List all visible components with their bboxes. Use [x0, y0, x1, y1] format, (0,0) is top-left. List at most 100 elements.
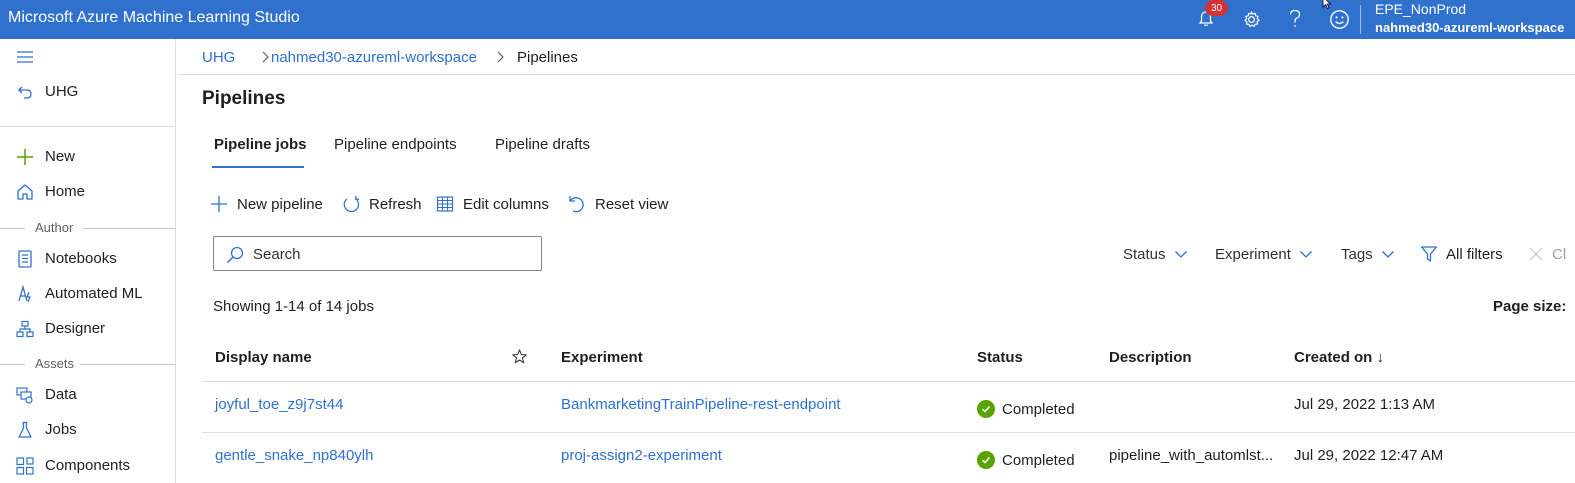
sidebar-back-label: UHG: [45, 83, 79, 100]
sidebar-item-home[interactable]: Home: [0, 177, 175, 207]
plus-icon: [209, 194, 229, 214]
job-display-name-link[interactable]: joyful_toe_z9j7st44: [215, 396, 343, 413]
sidebar-back-uhg[interactable]: UHG: [0, 77, 175, 107]
components-icon: [16, 457, 34, 475]
results-count: Showing 1-14 of 14 jobs: [213, 298, 374, 315]
experiment-filter-dropdown[interactable]: Experiment: [1215, 244, 1313, 264]
account-workspace[interactable]: nahmed30-azureml-workspace: [1375, 20, 1564, 35]
plus-icon: [16, 148, 34, 166]
header-divider: [202, 381, 1575, 382]
status-filter-dropdown[interactable]: Status: [1123, 244, 1188, 264]
feedback-button[interactable]: [1326, 6, 1352, 32]
chevron-down-icon: [1299, 247, 1313, 261]
left-sidebar: UHG New Home Author Notebooks Automated …: [0, 39, 176, 483]
new-pipeline-label: New pipeline: [237, 195, 323, 213]
tab-pipeline-endpoints[interactable]: Pipeline endpoints: [334, 136, 457, 153]
sidebar-item-new[interactable]: New: [0, 142, 175, 172]
column-header-status[interactable]: Status: [977, 349, 1023, 366]
status-filter-label: Status: [1123, 245, 1166, 263]
status-label: Completed: [1002, 451, 1075, 469]
funnel-icon: [1420, 245, 1438, 263]
experiment-filter-label: Experiment: [1215, 245, 1291, 263]
settings-button[interactable]: [1238, 6, 1264, 32]
refresh-label: Refresh: [369, 195, 422, 213]
column-header-display-name[interactable]: Display name: [215, 349, 312, 366]
designer-icon: [16, 320, 34, 338]
sidebar-item-jobs[interactable]: Jobs: [0, 415, 175, 445]
page-size-label: Page size:: [1493, 298, 1567, 315]
clear-filters-button[interactable]: Cl: [1529, 244, 1566, 264]
smiley-icon: [1329, 9, 1349, 29]
tags-filter-label: Tags: [1341, 245, 1373, 263]
row-divider: [202, 432, 1575, 433]
help-button[interactable]: [1282, 6, 1308, 32]
favorite-column-header[interactable]: [512, 349, 527, 369]
sidebar-group-author: Author: [35, 220, 74, 235]
sidebar-item-label: Automated ML: [45, 285, 143, 302]
search-input[interactable]: [253, 244, 533, 264]
column-header-created-on[interactable]: Created on ↓: [1294, 349, 1384, 366]
chevron-right-icon: [497, 51, 504, 63]
sidebar-item-components[interactable]: Components: [0, 451, 175, 481]
group-rule: [80, 364, 175, 365]
job-experiment-link[interactable]: BankmarketingTrainPipeline-rest-endpoint: [561, 396, 841, 413]
breadcrumb-item-uhg[interactable]: UHG: [202, 49, 235, 66]
help-icon: [1289, 9, 1301, 27]
refresh-icon: [341, 194, 361, 214]
search-box[interactable]: [213, 236, 542, 271]
job-description: pipeline_with_automlst...: [1109, 447, 1274, 464]
menu-toggle-button[interactable]: [16, 50, 34, 69]
group-rule: [0, 228, 25, 229]
status-cell: Completed: [977, 400, 1075, 418]
group-rule: [83, 228, 175, 229]
sidebar-item-label: Designer: [45, 320, 106, 337]
mouse-cursor-icon: [1322, 0, 1332, 9]
refresh-button[interactable]: Refresh: [341, 192, 422, 216]
reset-view-label: Reset view: [595, 195, 669, 213]
job-created-on: Jul 29, 2022 1:13 AM: [1294, 396, 1435, 413]
all-filters-button[interactable]: All filters: [1420, 244, 1503, 264]
close-icon: [1529, 247, 1543, 261]
breadcrumb: UHG nahmed30-azureml-workspace Pipelines: [177, 39, 1575, 75]
app-title[interactable]: Microsoft Azure Machine Learning Studio: [8, 9, 300, 27]
sidebar-item-label: New: [45, 148, 76, 165]
chevron-right-icon: [262, 51, 269, 63]
breadcrumb-item-pipelines: Pipelines: [517, 49, 578, 66]
tab-pipeline-drafts[interactable]: Pipeline drafts: [495, 136, 590, 153]
flask-icon: [16, 421, 34, 439]
reset-view-button[interactable]: Reset view: [566, 192, 668, 216]
group-rule: [0, 364, 25, 365]
check-circle-icon: [977, 451, 995, 469]
column-header-description[interactable]: Description: [1109, 349, 1192, 366]
home-icon: [16, 183, 34, 201]
edit-columns-label: Edit columns: [463, 195, 549, 213]
account-tenant[interactable]: EPE_NonProd: [1375, 1, 1466, 17]
automated-ml-icon: [16, 285, 34, 303]
tab-pipeline-jobs[interactable]: Pipeline jobs: [214, 136, 307, 153]
topbar-divider: [1360, 5, 1361, 34]
tags-filter-dropdown[interactable]: Tags: [1341, 244, 1395, 264]
job-display-name-link[interactable]: gentle_snake_np840ylh: [215, 447, 373, 464]
sidebar-item-label: Home: [45, 183, 86, 200]
star-icon: [512, 349, 527, 364]
page-title: Pipelines: [202, 88, 286, 109]
sidebar-item-data[interactable]: Data: [0, 380, 175, 410]
top-bar: Microsoft Azure Machine Learning Studio …: [0, 0, 1575, 39]
clear-filters-label: Cl: [1552, 245, 1567, 263]
new-pipeline-button[interactable]: New pipeline: [209, 192, 323, 216]
job-created-on: Jul 29, 2022 12:47 AM: [1294, 447, 1444, 464]
chevron-down-icon: [1174, 247, 1188, 261]
column-header-experiment[interactable]: Experiment: [561, 349, 643, 366]
status-label: Completed: [1002, 400, 1075, 418]
sidebar-item-label: Components: [45, 457, 131, 474]
undo-icon: [566, 194, 586, 214]
sidebar-group-assets: Assets: [35, 356, 75, 371]
sidebar-item-designer[interactable]: Designer: [0, 314, 175, 344]
breadcrumb-item-workspace[interactable]: nahmed30-azureml-workspace: [271, 49, 477, 66]
chevron-down-icon: [1381, 247, 1395, 261]
edit-columns-button[interactable]: Edit columns: [435, 192, 549, 216]
job-experiment-link[interactable]: proj-assign2-experiment: [561, 447, 722, 464]
sidebar-item-notebooks[interactable]: Notebooks: [0, 244, 175, 274]
sidebar-item-automated-ml[interactable]: Automated ML: [0, 279, 175, 309]
search-icon: [226, 246, 244, 264]
